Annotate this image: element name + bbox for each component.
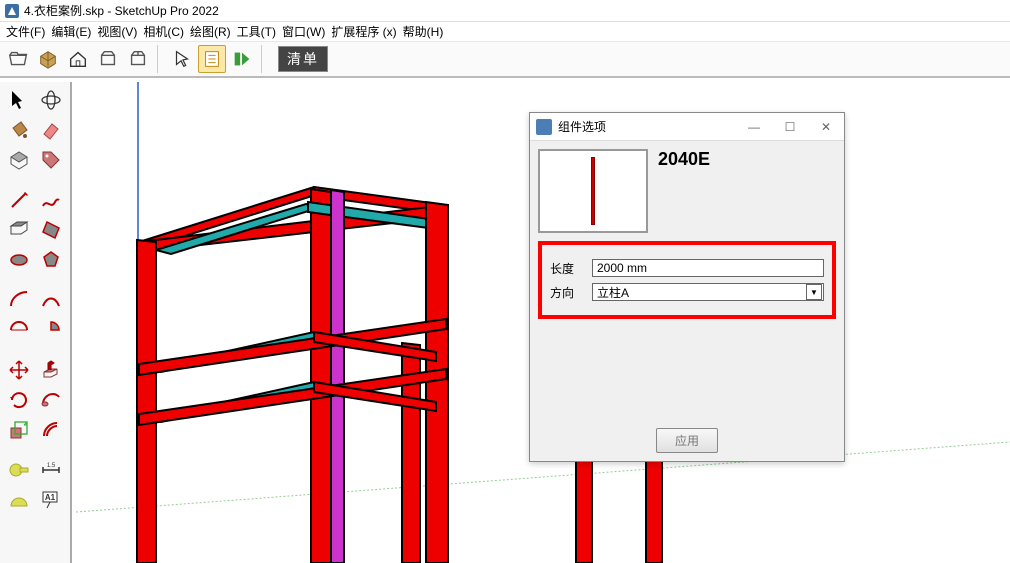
main-toolbar: 清单	[0, 42, 1010, 78]
window-titlebar: 4.衣柜案例.skp - SketchUp Pro 2022	[0, 0, 1010, 22]
component-options-dialog: 组件选项 — ☐ ✕ 2040E 长度 方向	[529, 112, 845, 462]
menu-draw[interactable]: 绘图(R)	[190, 23, 231, 40]
length-label: 长度	[550, 260, 586, 277]
home-button[interactable]	[64, 45, 92, 73]
menu-camera[interactable]: 相机(C)	[143, 23, 184, 40]
attributes-panel: 长度 方向 立柱A ▼	[538, 241, 836, 319]
menu-view[interactable]: 视图(V)	[97, 23, 137, 40]
box-tool-button[interactable]	[34, 45, 62, 73]
attributes-button[interactable]	[198, 45, 226, 73]
toolbar-separator	[261, 45, 267, 73]
component-thumbnail	[538, 149, 648, 233]
scale-tool[interactable]	[4, 416, 34, 444]
dialog-titlebar[interactable]: 组件选项 — ☐ ✕	[530, 113, 844, 141]
arc3-tool[interactable]	[4, 316, 34, 344]
component-tool[interactable]	[4, 146, 34, 174]
svg-text:1.5: 1.5	[47, 463, 56, 469]
menu-extensions[interactable]: 扩展程序 (x)	[331, 23, 396, 40]
menu-help[interactable]: 帮助(H)	[403, 23, 444, 40]
package-button[interactable]	[94, 45, 122, 73]
orbit-tool[interactable]	[36, 86, 66, 114]
eraser-tool[interactable]	[36, 116, 66, 144]
side-toolbox: 1.5 A1	[0, 82, 72, 563]
direction-label: 方向	[550, 284, 586, 301]
toolbar-separator	[157, 45, 163, 73]
freehand-tool[interactable]	[36, 186, 66, 214]
dimension-tool[interactable]: 1.5	[36, 456, 66, 484]
dialog-title-text: 组件选项	[558, 118, 736, 135]
tag-tool[interactable]	[36, 146, 66, 174]
line-tool[interactable]	[4, 186, 34, 214]
apply-button[interactable]: 应用	[656, 428, 718, 453]
length-input[interactable]	[592, 259, 824, 277]
polygon-tool[interactable]	[36, 246, 66, 274]
protractor-tool[interactable]	[4, 486, 34, 514]
app-icon	[4, 3, 20, 19]
arc2-tool[interactable]	[36, 286, 66, 314]
offset-tool[interactable]	[36, 416, 66, 444]
bucket-tool[interactable]	[4, 116, 34, 144]
pie-tool[interactable]	[36, 316, 66, 344]
menu-edit[interactable]: 编辑(E)	[51, 23, 91, 40]
dialog-icon	[536, 119, 552, 135]
followme-tool[interactable]	[36, 386, 66, 414]
list-button[interactable]: 清单	[278, 46, 328, 72]
move-tool[interactable]	[4, 356, 34, 384]
arc-tool[interactable]	[4, 286, 34, 314]
rectangle-tool[interactable]	[4, 216, 34, 244]
pushpull-tool[interactable]	[36, 356, 66, 384]
window-title: 4.衣柜案例.skp - SketchUp Pro 2022	[24, 2, 219, 19]
text-tool[interactable]: A1	[36, 486, 66, 514]
menu-window[interactable]: 窗口(W)	[282, 23, 325, 40]
maximize-button[interactable]: ☐	[772, 114, 808, 140]
pointer-tool-button[interactable]	[168, 45, 196, 73]
close-button[interactable]: ✕	[808, 114, 844, 140]
open-model-button[interactable]	[4, 45, 32, 73]
circle-tool[interactable]	[4, 246, 34, 274]
minimize-button[interactable]: —	[736, 114, 772, 140]
rotate-tool[interactable]	[4, 386, 34, 414]
menubar: 文件(F) 编辑(E) 视图(V) 相机(C) 绘图(R) 工具(T) 窗口(W…	[0, 22, 1010, 42]
package2-button[interactable]	[124, 45, 152, 73]
svg-text:A1: A1	[45, 493, 56, 502]
menu-file[interactable]: 文件(F)	[6, 23, 45, 40]
play-button[interactable]	[228, 45, 256, 73]
model-viewport[interactable]: 组件选项 — ☐ ✕ 2040E 长度 方向	[76, 82, 1010, 563]
rotated-rect-tool[interactable]	[36, 216, 66, 244]
component-name: 2040E	[658, 149, 710, 170]
tape-tool[interactable]	[4, 456, 34, 484]
menu-tools[interactable]: 工具(T)	[237, 23, 276, 40]
direction-select[interactable]: 立柱A	[592, 283, 824, 301]
select-tool[interactable]	[4, 86, 34, 114]
